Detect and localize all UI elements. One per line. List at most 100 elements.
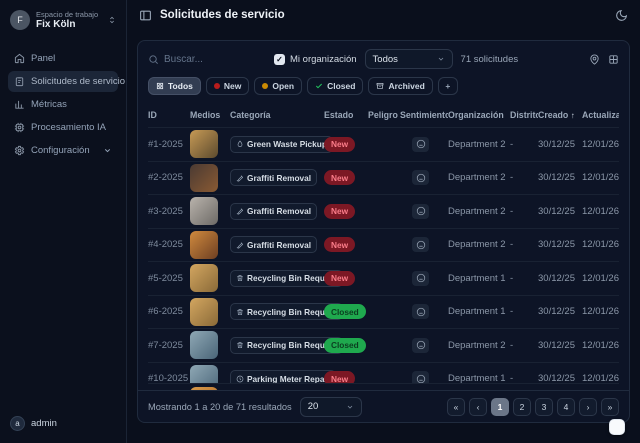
table-row[interactable]: #6-2025 Recycling Bin Request Closed Dep… (148, 295, 619, 329)
sentiment-neutral-icon (412, 204, 429, 219)
district-cell: - (510, 139, 538, 150)
moon-icon (615, 9, 628, 22)
next-page-button[interactable]: › (579, 398, 597, 416)
search-box[interactable] (148, 54, 266, 65)
search-icon (148, 54, 159, 65)
column-header-creado[interactable]: Creado ↑ (538, 110, 582, 120)
table-row[interactable]: #3-2025 Graffiti Removal New Department … (148, 194, 619, 228)
updated-date-cell: 12/01/26 (582, 273, 619, 284)
check-icon (315, 82, 323, 90)
sidebar-item-configuracion[interactable]: Configuración (8, 140, 118, 161)
column-header-sentimiento[interactable]: Sentimiento (400, 110, 448, 120)
table-footer: Mostrando 1 a 20 de 71 resultados 20 « ‹… (138, 390, 629, 422)
created-date-cell: 30/12/25 (538, 139, 582, 150)
checkbox-checked-icon: ✓ (274, 54, 285, 65)
filter-tab-archived[interactable]: Archived (368, 77, 432, 95)
organization-cell: Department 2 (448, 139, 510, 150)
workspace-name: Fix Köln (36, 19, 102, 30)
table-row[interactable]: #2-2025 Graffiti Removal New Department … (148, 161, 619, 195)
request-id: #7-2025 (148, 340, 190, 351)
sidebar-item-label: Métricas (31, 99, 67, 110)
sidebar-item-solicitudes[interactable]: Solicitudes de servicio (8, 71, 118, 92)
main-content: Solicitudes de servicio ✓ Mi organizació… (127, 0, 640, 443)
organization-filter-select[interactable]: Todos (365, 49, 453, 69)
column-header-organizacion[interactable]: Organización (448, 110, 510, 120)
table-row[interactable]: #10-2025 Parking Meter Repair New Depart… (148, 362, 619, 384)
my-organization-checkbox[interactable]: ✓ Mi organización (274, 54, 357, 65)
map-view-button[interactable] (589, 54, 600, 65)
table-row[interactable]: #1-2025 Green Waste Pickup New Departmen… (148, 127, 619, 161)
district-cell: - (510, 340, 538, 351)
column-header-id[interactable]: ID (148, 110, 190, 120)
chevron-down-icon (346, 403, 354, 411)
media-thumbnail[interactable] (190, 331, 218, 359)
category-badge: Green Waste Pickup (230, 136, 333, 153)
requests-card: ✓ Mi organización Todos 71 solicitudes (137, 40, 630, 423)
last-page-button[interactable]: » (601, 398, 619, 416)
page-button-4[interactable]: 4 (557, 398, 575, 416)
table-row[interactable]: #7-2025 Recycling Bin Request Closed Dep… (148, 328, 619, 362)
sidebar-nav: Panel Solicitudes de servicio Métricas P… (8, 48, 118, 161)
filter-tab-open[interactable]: Open (254, 77, 302, 95)
category-badge: Graffiti Removal (230, 236, 317, 253)
page-button-1[interactable]: 1 (491, 398, 509, 416)
sidebar-item-panel[interactable]: Panel (8, 48, 118, 69)
filter-tab-new[interactable]: New (206, 77, 249, 95)
red-dot-icon (214, 83, 220, 89)
media-thumbnail[interactable] (190, 130, 218, 158)
workspace-switcher[interactable]: F Espacio de trabajo Fix Köln (8, 8, 118, 40)
created-date-cell: 30/12/25 (538, 239, 582, 250)
sidebar-toggle-button[interactable] (139, 9, 152, 22)
organization-cell: Department 1 (448, 306, 510, 317)
created-date-cell: 30/12/25 (538, 373, 582, 383)
filter-tab-closed[interactable]: Closed (307, 77, 363, 95)
column-settings-button[interactable] (608, 54, 619, 65)
district-cell: - (510, 306, 538, 317)
column-header-estado[interactable]: Estado (324, 110, 368, 120)
organization-filter-value: Todos (373, 54, 398, 65)
sidebar: F Espacio de trabajo Fix Köln Panel Soli… (0, 0, 127, 443)
page-size-select[interactable]: 20 (300, 397, 362, 417)
media-thumbnail[interactable] (190, 197, 218, 225)
filter-tab-todos[interactable]: Todos (148, 77, 201, 95)
district-cell: - (510, 206, 538, 217)
page-button-3[interactable]: 3 (535, 398, 553, 416)
first-page-button[interactable]: « (447, 398, 465, 416)
sidebar-item-procesamiento-ia[interactable]: Procesamiento IA (8, 117, 118, 138)
my-organization-label: Mi organización (290, 54, 357, 65)
add-filter-button[interactable]: + (438, 77, 458, 95)
table-row[interactable]: #4-2025 Graffiti Removal New Department … (148, 228, 619, 262)
page-size-value: 20 (308, 401, 319, 412)
status-badge: Closed (324, 304, 366, 319)
column-header-distrito[interactable]: Distrito (510, 110, 538, 120)
updated-date-cell: 12/01/26 (582, 373, 619, 383)
archive-icon (376, 82, 384, 90)
column-header-medios[interactable]: Medios (190, 110, 230, 120)
floating-widget-button[interactable] (609, 419, 625, 435)
search-input[interactable] (164, 54, 254, 65)
media-thumbnail[interactable] (190, 264, 218, 292)
sentiment-neutral-icon (412, 170, 429, 185)
column-header-peligro[interactable]: Peligro (368, 110, 400, 120)
sidebar-item-metricas[interactable]: Métricas (8, 94, 118, 115)
media-thumbnail[interactable] (190, 298, 218, 326)
media-thumbnail[interactable] (190, 164, 218, 192)
table-toolbar: ✓ Mi organización Todos 71 solicitudes (138, 41, 629, 75)
column-header-categoria[interactable]: Categoría (230, 110, 324, 120)
previous-page-button[interactable]: ‹ (469, 398, 487, 416)
column-header-actualizado[interactable]: Actualizado (582, 110, 619, 120)
sort-ascending-icon: ↑ (571, 111, 575, 120)
media-thumbnail[interactable] (190, 231, 218, 259)
category-badge: Graffiti Removal (230, 169, 317, 186)
gear-icon (14, 145, 25, 156)
status-badge: New (324, 371, 355, 383)
user-menu[interactable]: a admin (8, 412, 118, 435)
pagination: « ‹ 1 2 3 4 › » (447, 398, 619, 416)
theme-toggle-button[interactable] (615, 9, 628, 22)
partially-visible-row (148, 383, 619, 390)
table-row[interactable]: #5-2025 Recycling Bin Request New Depart… (148, 261, 619, 295)
sentiment-neutral-icon (412, 137, 429, 152)
media-thumbnail[interactable] (190, 365, 218, 383)
chevron-down-icon (437, 55, 445, 63)
page-button-2[interactable]: 2 (513, 398, 531, 416)
